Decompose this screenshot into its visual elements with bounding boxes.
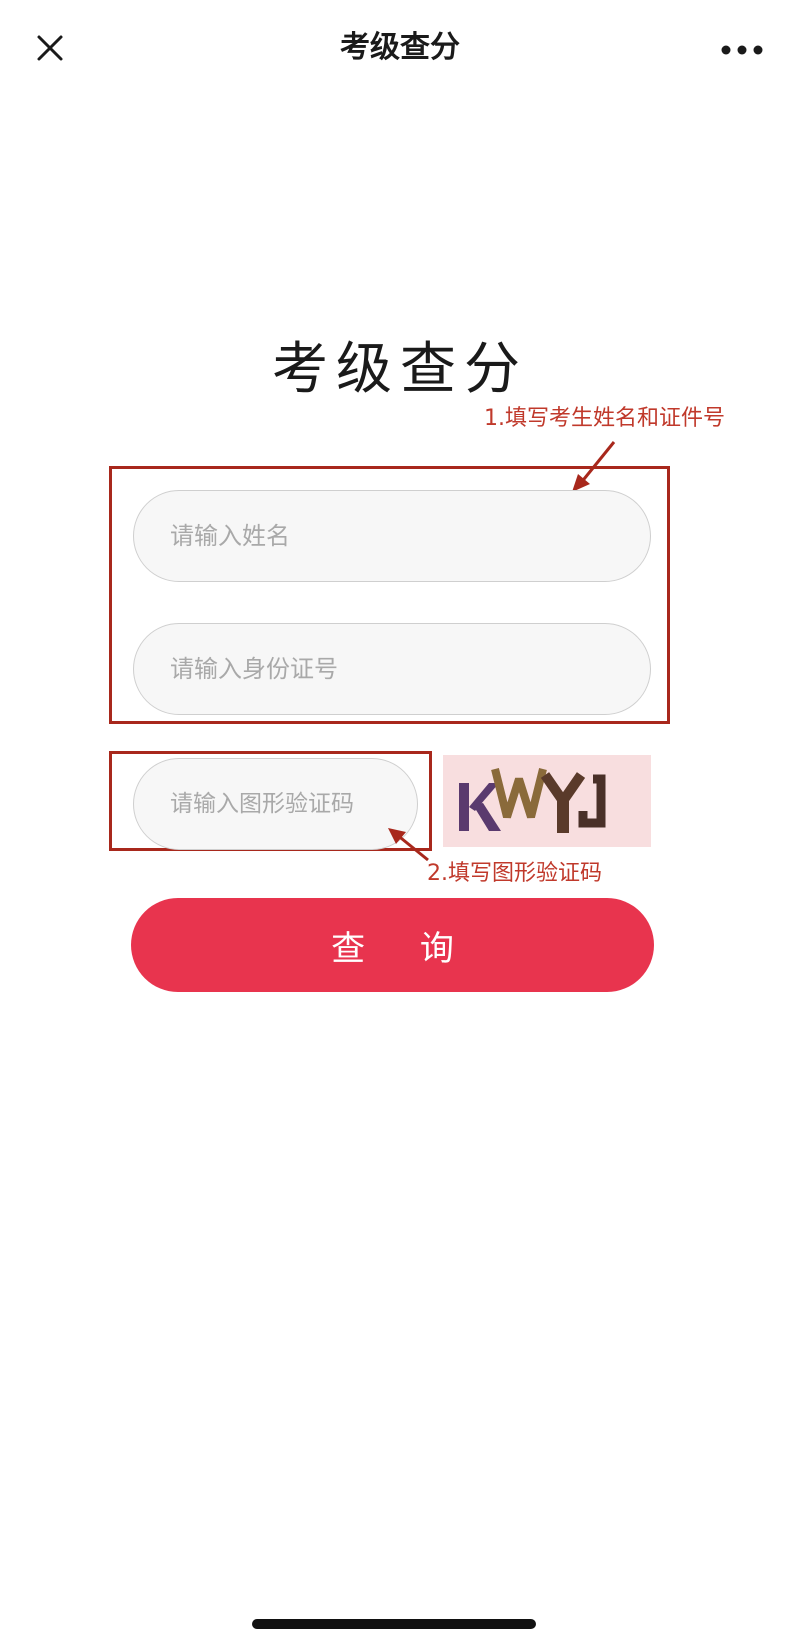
query-button[interactable]: 查 询 (131, 898, 654, 992)
id-number-input[interactable] (133, 623, 651, 715)
annotation-step2-text: 2.填写图形验证码 (427, 861, 602, 886)
page-title: 考级查分 (272, 337, 528, 402)
captcha-glyphs-icon (459, 768, 606, 833)
navigation-bar: 考级查分 (0, 0, 800, 100)
more-dots-icon (721, 45, 763, 55)
name-input[interactable] (133, 490, 651, 582)
captcha-image[interactable] (443, 755, 651, 847)
annotation-step1-text: 1.填写考生姓名和证件号 (484, 406, 725, 431)
captcha-input[interactable] (133, 758, 418, 850)
nav-title: 考级查分 (340, 30, 460, 65)
more-options-button[interactable] (712, 30, 772, 70)
home-indicator[interactable] (252, 1619, 536, 1629)
